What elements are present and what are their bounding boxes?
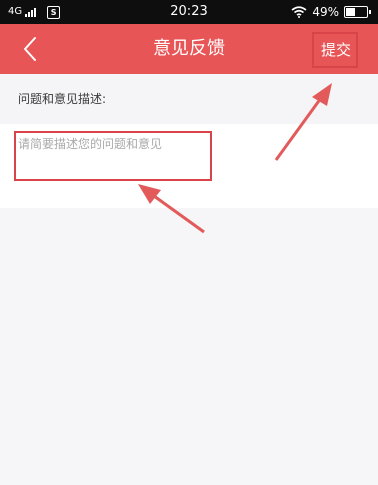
status-right: 49%: [291, 4, 371, 20]
content-blank-area: [0, 208, 378, 485]
battery-icon: [344, 6, 371, 18]
feedback-input-area: [0, 124, 378, 208]
submit-highlight-box: [312, 32, 358, 68]
battery-percent: 49%: [312, 5, 339, 19]
feedback-label: 问题和意见描述:: [18, 92, 107, 106]
feedback-textarea[interactable]: [14, 132, 210, 182]
form-label-row: 问题和意见描述:: [0, 74, 378, 124]
status-bar: 4G S 20:23 49%: [0, 0, 378, 24]
wifi-icon: [291, 6, 307, 18]
header-bar: 意见反馈 提交: [0, 24, 378, 74]
